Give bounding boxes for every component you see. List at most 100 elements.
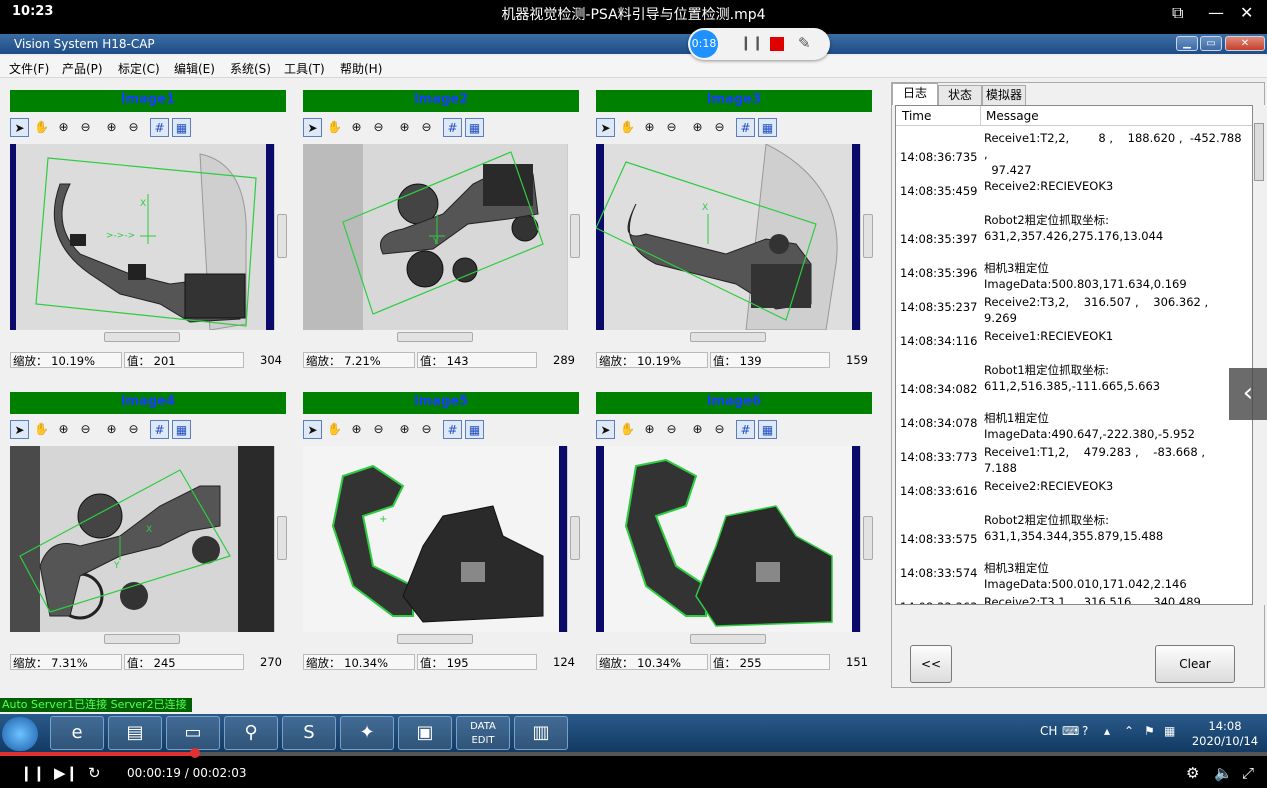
zoom-fit-icon[interactable]: ⊕ [688,420,707,439]
pan-hand-icon[interactable]: ✋ [618,420,637,439]
zoom-fit-icon[interactable]: ⊕ [102,118,121,137]
zoom-in-icon[interactable]: ⊕ [54,420,73,439]
zoom-fit-icon[interactable]: ⊕ [395,118,414,137]
zoom-in-icon[interactable]: ⊕ [347,420,366,439]
grid-fine-icon[interactable]: ▦ [758,118,777,137]
menu-help[interactable]: 帮助(H) [340,60,382,77]
network-icon[interactable]: ▦ [1164,724,1175,738]
pointer-icon[interactable]: ➤ [303,118,322,137]
camera-image[interactable]: Y [303,144,567,330]
back-button[interactable]: << [910,645,952,683]
horizontal-scrollbar[interactable] [596,330,860,344]
zoom-reset-icon[interactable]: ⊖ [417,420,436,439]
document-icon[interactable]: ▥ [514,716,568,750]
pan-hand-icon[interactable]: ✋ [325,420,344,439]
zoom-out-icon[interactable]: ⊖ [76,118,95,137]
window-close-button[interactable]: ✕ [1225,36,1265,51]
zoom-reset-icon[interactable]: ⊖ [124,420,143,439]
zoom-out-icon[interactable]: ⊖ [76,420,95,439]
vertical-scrollbar[interactable] [567,144,581,330]
grid-icon[interactable]: # [443,420,462,439]
pause-icon[interactable]: ❙❙ [740,35,763,51]
zoom-reset-icon[interactable]: ⊖ [417,118,436,137]
grid-icon[interactable]: # [443,118,462,137]
horizontal-scrollbar[interactable] [303,330,567,344]
horizontal-scrollbar[interactable] [10,632,274,646]
fullscreen-icon[interactable]: ⤢ [1242,764,1254,782]
pointer-icon[interactable]: ➤ [303,420,322,439]
data-edit-icon[interactable]: DATA EDIT [456,716,510,750]
pen-icon[interactable]: ✎ [798,34,811,52]
clear-button[interactable]: Clear [1155,645,1235,683]
grid-icon[interactable]: # [736,420,755,439]
tab-status[interactable]: 状态 [938,85,982,105]
minimize-icon[interactable]: — [1208,3,1224,22]
camera-image[interactable]: >->-> X [10,144,274,330]
expand-tray-icon[interactable]: ⌃ [1124,724,1134,738]
menu-system[interactable]: 系统(S) [230,60,271,77]
camera-image[interactable]: X Y [10,446,274,632]
grid-fine-icon[interactable]: ▦ [172,118,191,137]
tray-arrow-icon[interactable]: ▴ [1104,724,1110,738]
wps-icon[interactable]: S [282,716,336,750]
keyboard-icon[interactable]: ⌨ [1062,724,1079,738]
zoom-in-icon[interactable]: ⊕ [54,118,73,137]
vertical-scrollbar[interactable] [567,446,581,632]
log-scrollbar[interactable] [1253,105,1265,605]
zoom-in-icon[interactable]: ⊕ [640,420,659,439]
pan-hand-icon[interactable]: ✋ [32,118,51,137]
menu-product[interactable]: 产品(P) [62,60,103,77]
pip-icon[interactable]: ⧉ [1172,3,1183,23]
start-button[interactable] [2,717,38,751]
zoom-in-icon[interactable]: ⊕ [640,118,659,137]
grid-icon[interactable]: # [150,118,169,137]
volume-icon[interactable]: 🔈 [1214,764,1233,782]
pointer-icon[interactable]: ➤ [10,420,29,439]
grid-icon[interactable]: # [150,420,169,439]
stop-icon[interactable] [770,37,784,51]
zoom-out-icon[interactable]: ⊖ [662,420,681,439]
window-minimize-button[interactable]: ▁ [1176,36,1198,51]
vertical-scrollbar[interactable] [274,446,288,632]
pointer-icon[interactable]: ➤ [10,118,29,137]
pan-hand-icon[interactable]: ✋ [32,420,51,439]
tab-log[interactable]: 日志 [892,83,938,105]
camera-image[interactable] [596,446,860,632]
camera-image[interactable]: X [596,144,860,330]
zoom-fit-icon[interactable]: ⊕ [102,420,121,439]
pointer-icon[interactable]: ➤ [596,118,615,137]
grid-fine-icon[interactable]: ▦ [465,118,484,137]
taskbar-clock[interactable]: 14:08 2020/10/14 [1190,719,1260,749]
pause-icon[interactable]: ❙❙ [20,764,45,782]
horizontal-scrollbar[interactable] [303,632,567,646]
vertical-scrollbar[interactable] [274,144,288,330]
zoom-out-icon[interactable]: ⊖ [662,118,681,137]
explorer-icon[interactable]: ▤ [108,716,162,750]
zoom-fit-icon[interactable]: ⊕ [395,420,414,439]
zoom-reset-icon[interactable]: ⊖ [124,118,143,137]
vertical-scrollbar[interactable] [860,446,874,632]
magnifier-icon[interactable]: ⚲ [224,716,278,750]
menu-tools[interactable]: 工具(T) [284,60,325,77]
zoom-out-icon[interactable]: ⊖ [369,420,388,439]
tab-simulator[interactable]: 模拟器 [982,85,1026,105]
computer-icon[interactable]: ▭ [166,716,220,750]
zoom-reset-icon[interactable]: ⊖ [710,420,729,439]
menu-file[interactable]: 文件(F) [9,60,49,77]
close-icon[interactable]: ✕ [1240,3,1253,22]
horizontal-scrollbar[interactable] [10,330,274,344]
pan-hand-icon[interactable]: ✋ [325,118,344,137]
loop-icon[interactable]: ↻ [88,764,101,782]
zoom-in-icon[interactable]: ⊕ [347,118,366,137]
vertical-scrollbar[interactable] [860,144,874,330]
zoom-out-icon[interactable]: ⊖ [369,118,388,137]
zoom-fit-icon[interactable]: ⊕ [688,118,707,137]
pan-hand-icon[interactable]: ✋ [618,118,637,137]
chevron-left-icon[interactable]: ‹ [1229,368,1267,420]
zoom-reset-icon[interactable]: ⊖ [710,118,729,137]
menu-calibrate[interactable]: 标定(C) [118,60,160,77]
tray-language[interactable]: CH [1040,724,1057,738]
pointer-icon[interactable]: ➤ [596,420,615,439]
grid-icon[interactable]: # [736,118,755,137]
ie-icon[interactable]: e [50,716,104,750]
